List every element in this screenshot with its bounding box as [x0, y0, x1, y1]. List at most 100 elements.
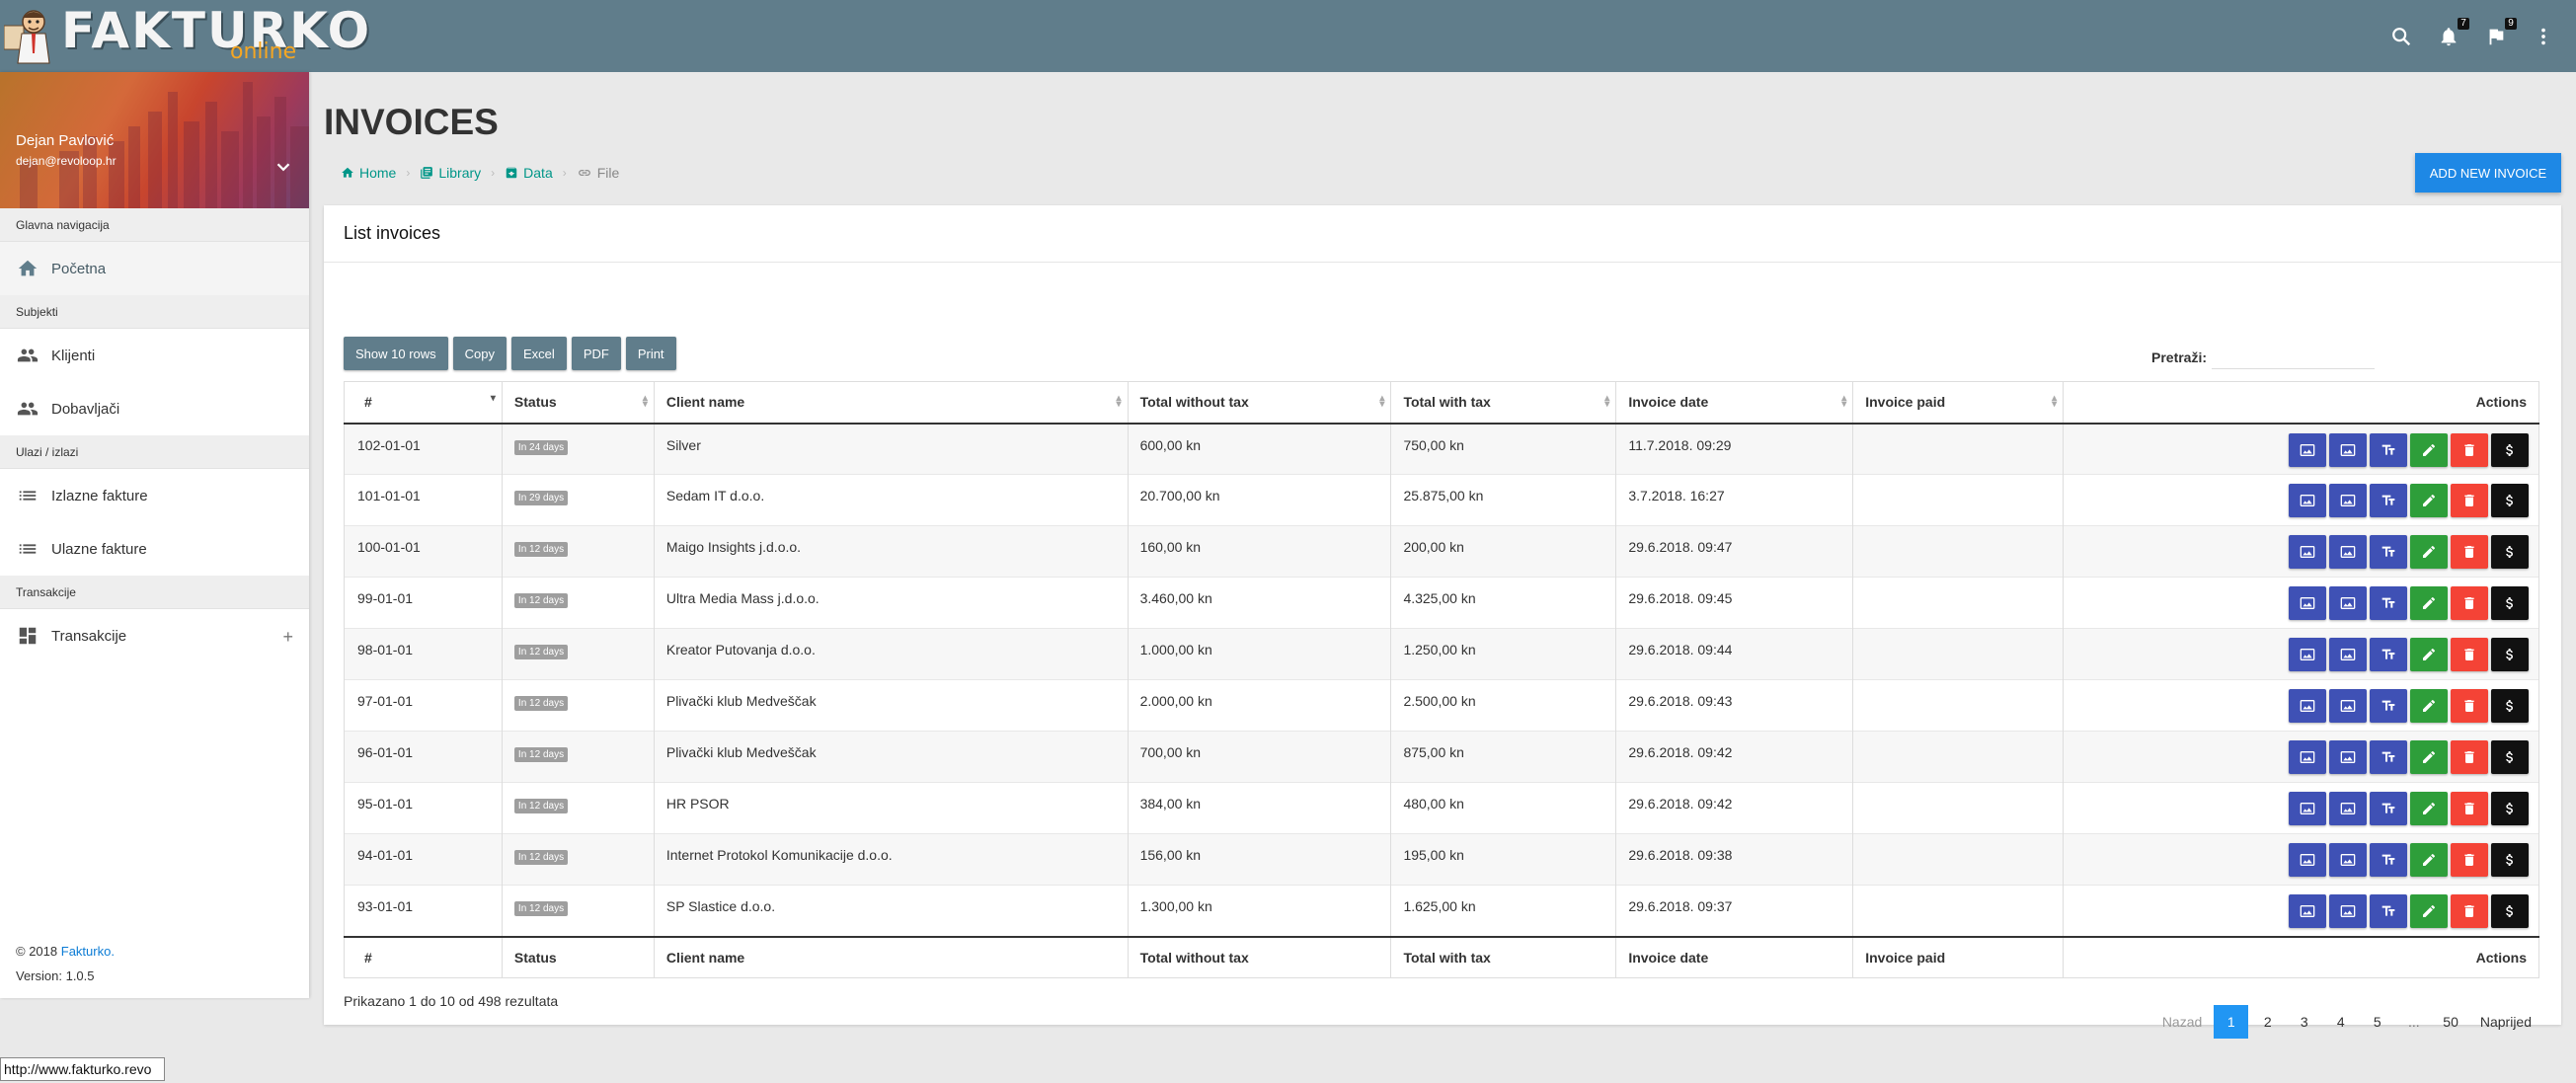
edit-button[interactable] — [2410, 484, 2448, 517]
sidebar-item-dobavljaci[interactable]: Dobavljači — [0, 382, 309, 435]
edit-button[interactable] — [2410, 843, 2448, 877]
payment-button[interactable] — [2491, 638, 2529, 671]
table-row[interactable]: 101-01-01 In 29 days Sedam IT d.o.o. 20.700… — [344, 474, 2539, 526]
view-invoice-copy-button[interactable] — [2329, 843, 2367, 877]
logo[interactable]: FAKTURKO online — [0, 0, 369, 72]
table-row[interactable]: 94-01-01 In 12 days Internet Protokol Komu… — [344, 833, 2539, 886]
table-row[interactable]: 96-01-01 In 12 days Plivački klub Medvešča… — [344, 731, 2539, 783]
table-row[interactable]: 98-01-01 In 12 days Kreator Putovanja d.o.… — [344, 628, 2539, 680]
view-invoice-copy-button[interactable] — [2329, 535, 2367, 569]
pagination-page[interactable]: 50 — [2433, 1005, 2468, 1039]
edit-button[interactable] — [2410, 638, 2448, 671]
view-invoice-copy-button[interactable] — [2329, 894, 2367, 928]
print-button[interactable]: Print — [625, 337, 676, 370]
table-row[interactable]: 99-01-01 In 12 days Ultra Media Mass j.d.o… — [344, 577, 2539, 629]
payment-button[interactable] — [2491, 894, 2529, 928]
breadcrumb-data[interactable]: Data — [505, 165, 553, 181]
view-invoice-button[interactable] — [2289, 586, 2326, 620]
column-header-total-with-tax[interactable]: Total with tax ▴ ▾ — [1390, 381, 1616, 425]
payment-button[interactable] — [2491, 843, 2529, 877]
view-invoice-button[interactable] — [2289, 843, 2326, 877]
table-row[interactable]: 97-01-01 In 12 days Plivački klub Medvešča… — [344, 679, 2539, 732]
payment-button[interactable] — [2491, 740, 2529, 774]
view-invoice-copy-button[interactable] — [2329, 638, 2367, 671]
breadcrumb-library[interactable]: Library — [420, 165, 481, 181]
payment-button[interactable] — [2491, 586, 2529, 620]
view-invoice-button[interactable] — [2289, 792, 2326, 825]
pdf-button[interactable]: PDF — [571, 337, 621, 370]
pagination-page[interactable]: 5 — [2360, 1005, 2394, 1039]
table-row[interactable]: 93-01-01 In 12 days SP Slastice d.o.o. 1.30… — [344, 885, 2539, 937]
fakturko-link[interactable]: Fakturko. — [61, 944, 115, 959]
payment-button[interactable] — [2491, 432, 2529, 467]
payment-button[interactable] — [2491, 535, 2529, 569]
sidebar-item-ulazne-fakture[interactable]: Ulazne fakture — [0, 522, 309, 576]
excel-button[interactable]: Excel — [511, 337, 567, 370]
delete-button[interactable] — [2451, 792, 2488, 825]
edit-button[interactable] — [2410, 535, 2448, 569]
text-button[interactable] — [2370, 740, 2407, 774]
delete-button[interactable] — [2451, 894, 2488, 928]
search-input[interactable] — [2212, 346, 2376, 369]
column-header-total-without-tax[interactable]: Total without tax ▴ ▾ — [1127, 381, 1391, 425]
text-button[interactable] — [2370, 843, 2407, 877]
column-header-invoice-paid[interactable]: Invoice paid ▴ ▾ — [1852, 381, 2064, 425]
view-invoice-button[interactable] — [2289, 740, 2326, 774]
text-button[interactable] — [2370, 535, 2407, 569]
delete-button[interactable] — [2451, 432, 2488, 467]
text-button[interactable] — [2370, 689, 2407, 723]
table-row[interactable]: 100-01-01 In 12 days Maigo Insights j.d.o.… — [344, 525, 2539, 578]
pagination-page[interactable]: 1 — [2214, 1005, 2249, 1039]
pagination-prev[interactable]: Nazad — [2152, 1005, 2212, 1039]
view-invoice-copy-button[interactable] — [2329, 484, 2367, 517]
column-header-client[interactable]: Client name ▴ ▾ — [653, 381, 1129, 425]
search-button[interactable] — [2388, 24, 2414, 49]
delete-button[interactable] — [2451, 638, 2488, 671]
view-invoice-copy-button[interactable] — [2329, 740, 2367, 774]
delete-button[interactable] — [2451, 740, 2488, 774]
view-invoice-button[interactable] — [2289, 638, 2326, 671]
column-header-status[interactable]: Status ▴ ▾ — [501, 381, 655, 425]
copy-button[interactable]: Copy — [452, 337, 507, 370]
sidebar-item-transakcije[interactable]: Transakcije + — [0, 609, 309, 662]
table-row[interactable]: 102-01-01 In 24 days Silver 600,00 kn 750,00… — [344, 423, 2539, 475]
view-invoice-copy-button[interactable] — [2329, 689, 2367, 723]
edit-button[interactable] — [2410, 432, 2448, 467]
more-menu-button[interactable] — [2531, 24, 2556, 49]
add-new-invoice-button[interactable]: ADD NEW INVOICE — [2415, 153, 2561, 193]
view-invoice-button[interactable] — [2289, 894, 2326, 928]
delete-button[interactable] — [2451, 689, 2488, 723]
notifications-button[interactable]: 7 — [2436, 18, 2469, 49]
pagination-page[interactable]: 3 — [2287, 1005, 2321, 1039]
text-button[interactable] — [2370, 792, 2407, 825]
sidebar-item-pocetna[interactable]: Početna — [0, 242, 309, 295]
show-rows-button[interactable]: Show 10 rows — [344, 337, 448, 370]
view-invoice-button[interactable] — [2289, 432, 2326, 467]
text-button[interactable] — [2370, 638, 2407, 671]
view-invoice-copy-button[interactable] — [2329, 792, 2367, 825]
view-invoice-copy-button[interactable] — [2329, 432, 2367, 467]
column-header-id[interactable]: # ▾ — [344, 381, 503, 425]
text-button[interactable] — [2370, 894, 2407, 928]
sidebar-item-klijenti[interactable]: Klijenti — [0, 329, 309, 382]
delete-button[interactable] — [2451, 586, 2488, 620]
flags-button[interactable]: 9 — [2483, 18, 2517, 49]
table-row[interactable]: 95-01-01 In 12 days HR PSOR 384,00 kn 480,00… — [344, 782, 2539, 834]
payment-button[interactable] — [2491, 689, 2529, 723]
edit-button[interactable] — [2410, 894, 2448, 928]
pagination-page[interactable]: 4 — [2323, 1005, 2358, 1039]
view-invoice-button[interactable] — [2289, 484, 2326, 517]
chevron-down-icon[interactable] — [273, 156, 294, 178]
expand-plus-icon[interactable]: + — [282, 627, 293, 648]
view-invoice-button[interactable] — [2289, 689, 2326, 723]
delete-button[interactable] — [2451, 484, 2488, 517]
edit-button[interactable] — [2410, 689, 2448, 723]
breadcrumb-home[interactable]: Home — [341, 165, 396, 181]
text-button[interactable] — [2370, 586, 2407, 620]
edit-button[interactable] — [2410, 792, 2448, 825]
payment-button[interactable] — [2491, 792, 2529, 825]
delete-button[interactable] — [2451, 843, 2488, 877]
pagination-next[interactable]: Naprijed — [2470, 1005, 2541, 1039]
delete-button[interactable] — [2451, 535, 2488, 569]
edit-button[interactable] — [2410, 586, 2448, 620]
